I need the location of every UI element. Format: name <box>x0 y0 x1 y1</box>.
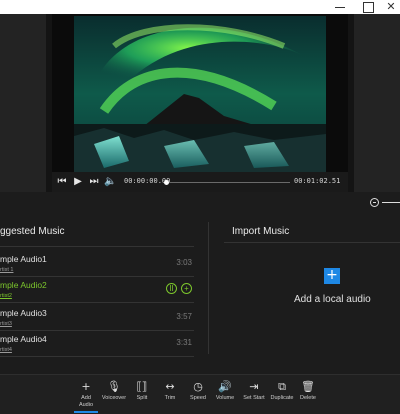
add-audio-button[interactable]: + Add Audio <box>74 379 98 413</box>
track-artist[interactable]: rtist4 <box>0 347 12 353</box>
delete-button[interactable]: 🗑 Delete <box>296 379 320 413</box>
duplicate-icon: ⧉ <box>278 380 286 393</box>
track-row[interactable]: mple Audio4 rtist4 3:31 <box>0 332 194 358</box>
tool-label: Speed <box>190 395 206 401</box>
import-music-title: Import Music <box>232 226 290 237</box>
track-artist[interactable]: rtist 1 <box>0 267 13 273</box>
zoom-out-icon[interactable] <box>370 198 379 207</box>
left-side-panel <box>0 14 46 192</box>
speed-button[interactable]: ◷ Speed <box>186 379 210 413</box>
row-divider <box>0 276 194 277</box>
row-divider <box>0 356 194 357</box>
suggested-divider <box>0 246 194 247</box>
track-row-selected[interactable]: mple Audio2 rtist2 II + <box>0 278 194 304</box>
track-title: mple Audio4 <box>0 334 47 344</box>
trash-icon: 🗑 <box>301 380 315 393</box>
volume-icon: 🔊 <box>218 380 232 393</box>
pause-icon[interactable]: II <box>166 283 177 294</box>
duplicate-button[interactable]: ⧉ Duplicate <box>268 379 296 413</box>
skip-forward-icon[interactable]: ⏭ <box>88 176 100 188</box>
add-circle-icon[interactable]: + <box>181 283 192 294</box>
tool-label: Trim <box>164 395 176 401</box>
video-preview <box>52 14 348 172</box>
track-title: mple Audio1 <box>0 254 47 264</box>
tool-label: Duplicate <box>270 395 294 401</box>
track-duration: 3:03 <box>176 258 192 267</box>
playback-bar: ⏮ ▶ ⏭ 🔈 00:00:00.00 00:01:02.51 <box>52 172 348 192</box>
progress-track[interactable] <box>164 180 290 185</box>
volume-icon[interactable]: 🔈 <box>104 176 116 188</box>
track-row[interactable]: mple Audio1 rtist 1 3:03 <box>0 252 194 278</box>
add-local-audio-button[interactable]: + <box>324 268 340 284</box>
suggested-music-title: ggested Music <box>0 226 65 237</box>
trim-button[interactable]: ↔ Trim <box>158 379 182 413</box>
progress-handle[interactable] <box>164 180 169 185</box>
panel-divider <box>208 222 209 354</box>
add-local-audio-label[interactable]: Add a local audio <box>294 294 371 305</box>
import-music-panel: Import Music + Add a local audio <box>224 212 400 374</box>
track-duration: 3:31 <box>176 338 192 347</box>
track-artist[interactable]: rtist3 <box>0 321 12 327</box>
track-title: mple Audio3 <box>0 308 47 318</box>
aurora-video-frame <box>74 16 326 172</box>
suggested-music-panel: ggested Music mple Audio1 rtist 1 3:03 m… <box>0 212 206 374</box>
speed-icon: ◷ <box>193 380 203 393</box>
tool-label: Voiceover <box>101 395 127 401</box>
trim-icon: ↔ <box>165 380 175 393</box>
total-time: 00:01:02.51 <box>294 177 341 185</box>
row-divider <box>0 330 194 331</box>
track-artist[interactable]: rtist2 <box>0 293 12 299</box>
track-duration: 3:57 <box>176 312 192 321</box>
zoom-slider[interactable] <box>382 202 400 203</box>
right-side-panel <box>354 14 400 192</box>
title-bar: ✕ <box>0 0 400 14</box>
microphone-icon: 🎙 <box>107 380 121 393</box>
split-button[interactable]: ⟦⟧ Split <box>130 379 154 413</box>
import-divider <box>224 242 400 243</box>
minimize-button[interactable] <box>334 1 346 13</box>
maximize-button[interactable] <box>362 1 374 13</box>
close-button[interactable]: ✕ <box>382 0 400 14</box>
track-row[interactable]: mple Audio3 rtist3 3:57 <box>0 306 194 332</box>
plus-icon: + <box>81 380 91 393</box>
voiceover-button[interactable]: 🎙 Voiceover <box>100 379 128 413</box>
tool-label: Add Audio <box>78 395 94 408</box>
tool-label: Set Start <box>243 395 265 401</box>
tool-label: Delete <box>300 395 316 401</box>
set-start-button[interactable]: ⇥ Set Start <box>240 379 268 413</box>
timeline-zoom-row <box>0 192 400 212</box>
set-start-icon: ⇥ <box>249 380 259 393</box>
split-icon: ⟦⟧ <box>136 380 148 393</box>
tool-label: Split <box>136 395 148 401</box>
bottom-toolbar: + Add Audio 🎙 Voiceover ⟦⟧ Split ↔ Trim … <box>0 374 400 414</box>
play-icon[interactable]: ▶ <box>72 176 84 188</box>
row-divider <box>0 302 194 303</box>
tool-label: Volume <box>215 395 235 401</box>
track-title: mple Audio2 <box>0 280 47 290</box>
skip-back-icon[interactable]: ⏮ <box>56 176 68 188</box>
volume-button[interactable]: 🔊 Volume <box>212 379 238 413</box>
